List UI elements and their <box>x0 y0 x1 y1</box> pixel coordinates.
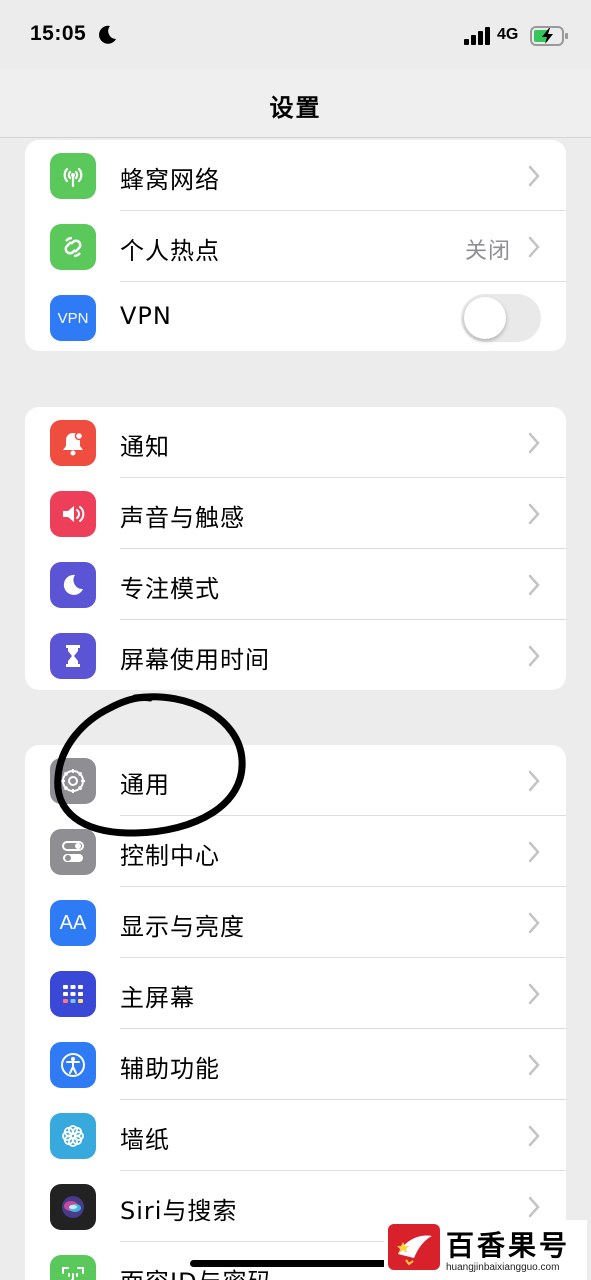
chevron-right-icon <box>528 983 540 1005</box>
settings-row-label: 辅助功能 <box>120 1055 220 1083</box>
watermark: 百香果号 huangjinbaixiangguo.com <box>384 1220 587 1280</box>
settings-group-general: 通用 控制中心 AA 显示与亮度 主屏幕 辅助功能 墙纸 Siri与搜索 <box>25 745 566 1280</box>
flower-icon <box>50 1113 96 1159</box>
settings-group-network: 蜂窝网络 个人热点 关闭 VPN VPN <box>25 140 566 351</box>
settings-row-general[interactable]: 通用 <box>25 745 566 816</box>
app-grid-icon <box>50 971 96 1017</box>
chevron-right-icon <box>528 1054 540 1076</box>
settings-row-label: 专注模式 <box>120 575 220 603</box>
settings-row-display[interactable]: AA 显示与亮度 <box>25 887 566 958</box>
vpn-toggle[interactable] <box>461 294 541 342</box>
cellular-antenna-icon <box>50 153 96 199</box>
settings-row-label: VPN <box>120 302 172 330</box>
siri-icon <box>50 1184 96 1230</box>
settings-row-home-screen[interactable]: 主屏幕 <box>25 958 566 1029</box>
chevron-right-icon <box>528 1196 540 1218</box>
settings-row-label: 墙纸 <box>120 1126 170 1154</box>
settings-row-notifications[interactable]: 通知 <box>25 407 566 478</box>
settings-row-label: 声音与触感 <box>120 504 245 532</box>
settings-row-screen-time[interactable]: 屏幕使用时间 <box>25 620 566 690</box>
settings-row-label: Siri与搜索 <box>120 1197 238 1225</box>
settings-row-accessibility[interactable]: 辅助功能 <box>25 1029 566 1100</box>
status-time: 15:05 <box>30 22 87 45</box>
settings-row-cellular[interactable]: 蜂窝网络 <box>25 140 566 211</box>
accessibility-icon <box>50 1042 96 1088</box>
bell-icon <box>50 420 96 466</box>
moon-icon <box>99 25 116 44</box>
signal-icon <box>464 27 490 45</box>
face-id-icon <box>50 1255 96 1280</box>
settings-row-sounds[interactable]: 声音与触感 <box>25 478 566 549</box>
chevron-right-icon <box>528 1125 540 1147</box>
vpn-icon-text: VPN <box>57 309 89 327</box>
settings-row-label: 通知 <box>120 433 170 461</box>
settings-row-wallpaper[interactable]: 墙纸 <box>25 1100 566 1171</box>
text-size-icon: AA <box>50 900 96 946</box>
chevron-right-icon <box>528 841 540 863</box>
settings-row-label: 屏幕使用时间 <box>120 646 270 674</box>
settings-row-label: 显示与亮度 <box>120 913 245 941</box>
settings-row-label: 蜂窝网络 <box>120 166 220 194</box>
battery-charging-icon <box>530 26 568 46</box>
settings-row-value: 关闭 <box>464 239 511 264</box>
settings-row-label: 主屏幕 <box>120 984 195 1012</box>
page-title: 设置 <box>269 94 322 122</box>
speaker-icon <box>50 491 96 537</box>
chevron-right-icon <box>528 912 540 934</box>
chevron-right-icon <box>528 432 540 454</box>
settings-row-control-center[interactable]: 控制中心 <box>25 816 566 887</box>
chevron-right-icon <box>528 165 540 187</box>
watermark-logo-icon <box>388 1224 440 1270</box>
hotspot-link-icon <box>50 224 96 270</box>
chevron-right-icon <box>528 236 540 258</box>
moon-icon <box>50 562 96 608</box>
hourglass-icon <box>50 633 96 679</box>
home-indicator <box>190 1260 400 1267</box>
settings-row-hotspot[interactable]: 个人热点 关闭 <box>25 211 566 282</box>
watermark-url: huangjinbaixiangguo.com <box>446 1262 560 1273</box>
toggle-knob <box>464 297 506 339</box>
nav-bar: 设置 <box>0 70 591 138</box>
settings-row-focus[interactable]: 专注模式 <box>25 549 566 620</box>
chevron-right-icon <box>528 574 540 596</box>
network-type: 4G <box>497 26 519 43</box>
gear-icon <box>50 758 96 804</box>
status-bar: 15:05 4G <box>0 0 591 70</box>
vpn-icon: VPN <box>50 295 96 341</box>
toggles-icon <box>50 829 96 875</box>
chevron-right-icon <box>528 503 540 525</box>
settings-row-vpn: VPN VPN <box>25 282 566 351</box>
chevron-right-icon <box>528 770 540 792</box>
display-icon-text: AA <box>59 911 87 934</box>
settings-row-label: 控制中心 <box>120 842 220 870</box>
chevron-right-icon <box>528 645 540 667</box>
settings-row-label: 通用 <box>120 771 170 799</box>
settings-group-notifications: 通知 声音与触感 专注模式 屏幕使用时间 <box>25 407 566 690</box>
watermark-title: 百香果号 <box>446 1229 571 1262</box>
settings-row-label: 个人热点 <box>120 237 220 265</box>
